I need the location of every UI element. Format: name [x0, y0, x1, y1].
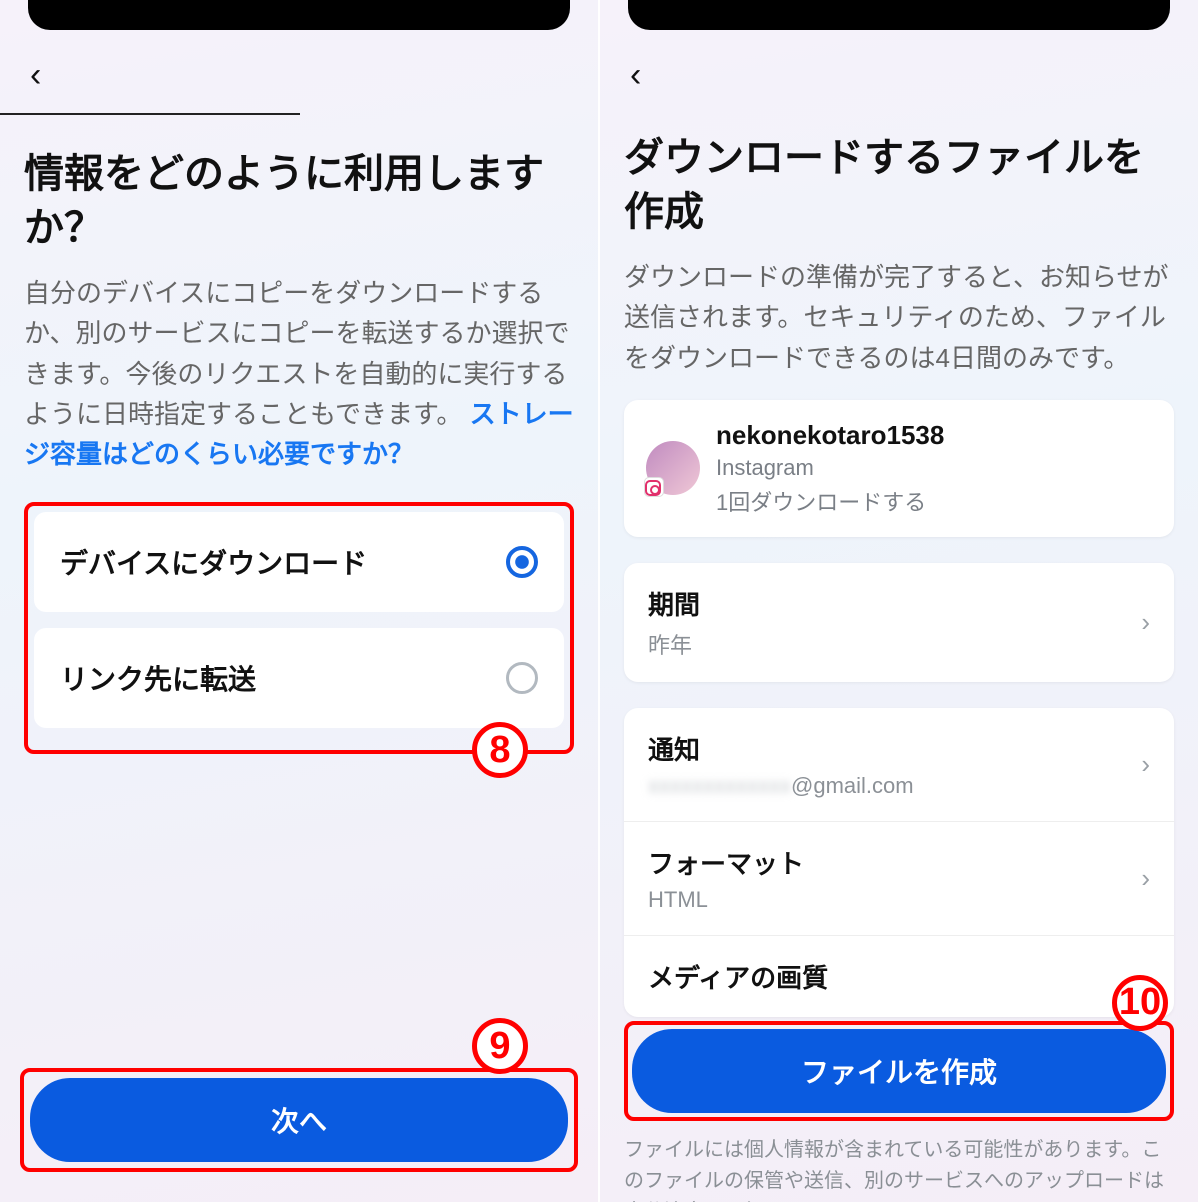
account-service: Instagram	[716, 455, 944, 481]
radio-empty-icon	[506, 662, 538, 694]
annotation-badge-9: 9	[472, 1018, 528, 1074]
option-transfer-to-link[interactable]: リンク先に転送	[34, 628, 564, 728]
format-value: HTML	[648, 887, 804, 913]
page-title: ダウンロードするファイルを作成	[624, 113, 1174, 257]
page-title: 情報をどのように利用しますか？	[24, 115, 574, 273]
delivery-option-group: デバイスにダウンロード リンク先に転送 8	[24, 502, 574, 754]
period-value: 昨年	[648, 628, 700, 660]
media-quality-row[interactable]: メディアの画質	[624, 935, 1174, 1017]
period-card[interactable]: 期間 昨年 ›	[624, 563, 1174, 682]
page-description: ダウンロードの準備が完了すると、お知らせが送信されます。セキュリティのため、ファ…	[624, 257, 1174, 378]
notification-email-suffix: @gmail.com	[791, 773, 914, 798]
annotation-badge-10: 10	[1112, 975, 1168, 1031]
create-file-button[interactable]: ファイルを作成	[632, 1029, 1166, 1113]
format-label: フォーマット	[648, 844, 804, 881]
right-screenshot: ‹ ダウンロードするファイルを作成 ダウンロードの準備が完了すると、お知らせが送…	[600, 0, 1200, 1202]
period-label: 期間	[648, 585, 700, 622]
instagram-icon	[645, 480, 661, 496]
media-quality-label: メディアの画質	[648, 958, 828, 995]
chevron-right-icon: ›	[1141, 607, 1150, 638]
notification-label: 通知	[648, 730, 914, 767]
page-description: 自分のデバイスにコピーをダウンロードするか、別のサービスにコピーを転送するか選択…	[24, 273, 574, 474]
next-button-highlight: 9 次へ	[20, 1068, 578, 1172]
create-file-highlight: 10 ファイルを作成	[624, 1021, 1174, 1121]
status-bar	[628, 0, 1170, 30]
footnote: ファイルには個人情報が含まれている可能性があります。このファイルの保管や送信、別…	[624, 1135, 1174, 1202]
back-button[interactable]: ‹	[624, 30, 1174, 113]
status-bar	[28, 0, 570, 30]
chevron-right-icon: ›	[1141, 863, 1150, 894]
notification-email-masked: xxxxxxxxxxxxx	[648, 773, 791, 799]
format-row[interactable]: フォーマット HTML ›	[624, 821, 1174, 935]
left-screenshot: ‹ 情報をどのように利用しますか？ 自分のデバイスにコピーをダウンロードするか、…	[0, 0, 600, 1202]
settings-card: 通知 xxxxxxxxxxxxx@gmail.com › フォーマット HTML…	[624, 708, 1174, 1017]
option-label: デバイスにダウンロード	[60, 542, 367, 582]
account-username: nekonekotaro1538	[716, 420, 944, 451]
chevron-right-icon: ›	[1141, 749, 1150, 780]
next-button[interactable]: 次へ	[30, 1078, 568, 1162]
annotation-badge-8: 8	[472, 722, 528, 778]
back-button[interactable]: ‹	[24, 30, 574, 113]
option-download-to-device[interactable]: デバイスにダウンロード	[34, 512, 564, 612]
avatar	[646, 441, 700, 495]
account-status: 1回ダウンロードする	[716, 485, 944, 517]
option-label: リンク先に転送	[60, 658, 256, 698]
radio-selected-icon	[506, 546, 538, 578]
account-card: nekonekotaro1538 Instagram 1回ダウンロードする	[624, 400, 1174, 537]
notification-row[interactable]: 通知 xxxxxxxxxxxxx@gmail.com ›	[624, 708, 1174, 821]
